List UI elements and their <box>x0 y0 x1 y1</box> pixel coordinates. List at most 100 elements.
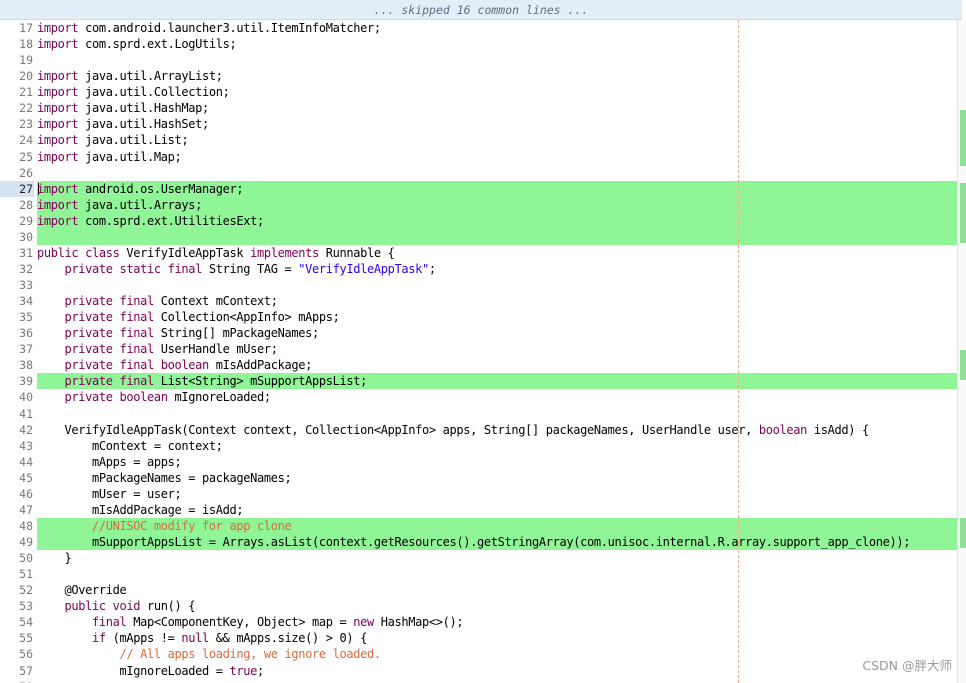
code-text[interactable]: mIgnoreLoaded = true; <box>37 663 957 679</box>
code-line[interactable]: 52 @Override <box>0 582 957 598</box>
code-line[interactable]: 17 import com.android.launcher3.util.Item… <box>0 20 957 36</box>
code-text[interactable] <box>37 277 957 293</box>
code-line[interactable]: 27 import android.os.UserManager; <box>0 180 957 197</box>
code-line[interactable]: 22 import java.util.HashMap; <box>0 100 957 116</box>
code-line[interactable]: 40 private boolean mIgnoreLoaded; <box>0 389 957 405</box>
code-line[interactable]: 57 mIgnoreLoaded = true; <box>0 663 957 679</box>
code-text[interactable]: } <box>37 550 957 566</box>
code-text[interactable]: mIsAddPackage = isAdd; <box>37 502 957 518</box>
keyword-token: import <box>37 133 79 148</box>
code-line[interactable]: 55 if (mApps != null && mApps.size() > 0… <box>0 630 957 646</box>
code-line[interactable]: 50 } <box>0 550 957 566</box>
code-text[interactable] <box>37 228 957 245</box>
code-text[interactable] <box>37 679 957 683</box>
code-line[interactable]: 28 import java.util.Arrays; <box>0 196 957 213</box>
code-line[interactable]: 33 <box>0 277 957 293</box>
code-text[interactable]: mUser = user; <box>37 486 957 502</box>
code-line[interactable]: 35 private final Collection<AppInfo> mAp… <box>0 309 957 325</box>
code-line[interactable]: 26 <box>0 165 957 181</box>
code-line[interactable]: 18 import com.sprd.ext.LogUtils; <box>0 36 957 52</box>
code-text[interactable]: private final String[] mPackageNames; <box>37 325 957 341</box>
code-line[interactable]: 38 private final boolean mIsAddPackage; <box>0 357 957 373</box>
code-token: java.util.Arrays; <box>78 197 202 212</box>
code-line[interactable]: 32 private static final String TAG = "Ve… <box>0 261 957 277</box>
code-text[interactable] <box>37 406 957 422</box>
code-text[interactable]: import java.util.Arrays; <box>37 196 957 213</box>
code-text[interactable]: import java.util.ArrayList; <box>37 68 957 84</box>
code-text[interactable]: //UNISOC modify for app clone <box>37 517 957 534</box>
code-line[interactable]: 46 mUser = user; <box>0 486 957 502</box>
code-text[interactable]: private final List<String> mSupportAppsL… <box>37 373 957 390</box>
code-line[interactable]: 24 import java.util.List; <box>0 132 957 148</box>
code-text[interactable]: // All apps loading, we ignore loaded. <box>37 646 957 662</box>
code-line[interactable]: 21 import java.util.Collection; <box>0 84 957 100</box>
code-line[interactable]: 20 import java.util.ArrayList; <box>0 68 957 84</box>
code-editor[interactable]: 17 import com.android.launcher3.util.Item… <box>0 20 957 683</box>
code-line[interactable]: 29 import com.sprd.ext.UtilitiesExt; <box>0 212 957 229</box>
code-text[interactable]: private final Context mContext; <box>37 293 957 309</box>
change-marker[interactable] <box>960 183 966 243</box>
code-line[interactable]: 53 public void run() { <box>0 598 957 614</box>
code-line[interactable]: 51 <box>0 566 957 582</box>
code-line[interactable]: 34 private final Context mContext; <box>0 293 957 309</box>
code-text[interactable]: private final Collection<AppInfo> mApps; <box>37 309 957 325</box>
code-line[interactable]: 44 mApps = apps; <box>0 454 957 470</box>
code-line[interactable]: 49 mSupportAppsList = Arrays.asList(cont… <box>0 534 957 551</box>
code-token: Context mContext; <box>153 294 278 309</box>
code-line[interactable]: 48 //UNISOC modify for app clone <box>0 517 957 534</box>
code-line[interactable]: 41 <box>0 406 957 422</box>
code-line[interactable]: 54 final Map<ComponentKey, Object> map =… <box>0 614 957 630</box>
code-text[interactable]: import java.util.HashSet; <box>37 116 957 132</box>
code-text[interactable]: public class VerifyIdleAppTask implement… <box>37 245 957 261</box>
code-text[interactable]: VerifyIdleAppTask(Context context, Colle… <box>37 422 957 438</box>
code-line[interactable]: 31 public class VerifyIdleAppTask impleme… <box>0 245 957 261</box>
code-text[interactable]: mContext = context; <box>37 438 957 454</box>
code-token: java.util.List; <box>78 133 189 148</box>
code-text[interactable]: import android.os.UserManager; <box>37 180 957 197</box>
code-line[interactable]: 58 <box>0 679 957 683</box>
code-text[interactable]: import java.util.Collection; <box>37 84 957 100</box>
code-token: mContext = context; <box>37 438 223 453</box>
code-text[interactable] <box>37 566 957 582</box>
code-text[interactable]: private final boolean mIsAddPackage; <box>37 357 957 373</box>
code-line[interactable]: 39 private final List<String> mSupportAp… <box>0 373 957 390</box>
overview-ruler[interactable] <box>957 20 966 683</box>
code-text[interactable] <box>37 52 957 68</box>
code-text[interactable]: mApps = apps; <box>37 454 957 470</box>
code-line[interactable]: 37 private final UserHandle mUser; <box>0 341 957 357</box>
code-line[interactable]: 43 mContext = context; <box>0 438 957 454</box>
line-number: 36 <box>19 326 33 341</box>
code-line[interactable]: 19 <box>0 52 957 68</box>
code-text[interactable]: import com.sprd.ext.UtilitiesExt; <box>37 212 957 229</box>
code-text[interactable]: import java.util.Map; <box>37 149 957 165</box>
code-line[interactable]: 45 mPackageNames = packageNames; <box>0 470 957 486</box>
code-text[interactable]: private boolean mIgnoreLoaded; <box>37 389 957 405</box>
code-line[interactable]: 30 <box>0 228 957 245</box>
code-line[interactable]: 42 VerifyIdleAppTask(Context context, Co… <box>0 422 957 438</box>
code-text[interactable]: private static final String TAG = "Verif… <box>37 261 957 277</box>
code-text[interactable]: private final UserHandle mUser; <box>37 341 957 357</box>
code-text[interactable]: mSupportAppsList = Arrays.asList(context… <box>37 534 957 551</box>
code-line[interactable]: 23 import java.util.HashSet; <box>0 116 957 132</box>
change-marker[interactable] <box>960 110 966 166</box>
code-line[interactable]: 25 import java.util.Map; <box>0 149 957 165</box>
code-text[interactable]: if (mApps != null && mApps.size() > 0) { <box>37 630 957 646</box>
change-marker[interactable] <box>960 518 966 548</box>
code-text[interactable]: public void run() { <box>37 598 957 614</box>
keyword-token: // All apps loading, we ignore loaded. <box>119 647 382 662</box>
code-line[interactable]: 47 mIsAddPackage = isAdd; <box>0 502 957 518</box>
code-line[interactable]: 56 // All apps loading, we ignore loaded… <box>0 646 957 662</box>
code-text[interactable]: import com.sprd.ext.LogUtils; <box>37 36 957 52</box>
code-line[interactable]: 36 private final String[] mPackageNames; <box>0 325 957 341</box>
line-number: 58 <box>0 679 34 683</box>
code-text[interactable]: import com.android.launcher3.util.ItemIn… <box>37 20 957 36</box>
code-text[interactable]: final Map<ComponentKey, Object> map = ne… <box>37 614 957 630</box>
code-text[interactable]: import java.util.HashMap; <box>37 100 957 116</box>
skipped-lines-banner[interactable]: ... skipped 16 common lines ... <box>0 0 962 20</box>
code-text[interactable] <box>37 165 957 181</box>
code-text[interactable]: @Override <box>37 582 957 598</box>
code-text[interactable]: import java.util.List; <box>37 132 957 148</box>
code-text[interactable]: mPackageNames = packageNames; <box>37 470 957 486</box>
change-marker[interactable] <box>960 350 966 380</box>
